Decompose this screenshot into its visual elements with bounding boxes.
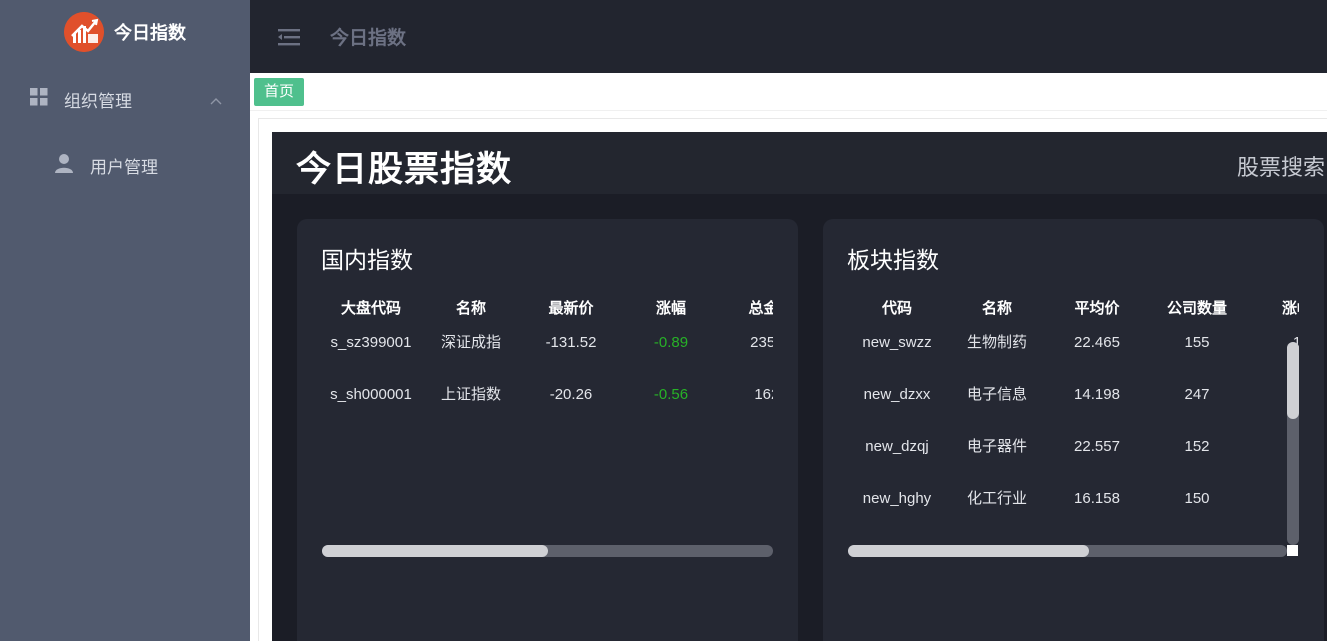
scrollbar-thumb[interactable] [848,545,1090,557]
sidebar-item-users[interactable]: 用户管理 [0,134,250,196]
dashboard-title: 今日股票指数 [296,150,513,189]
scrollbar-thumb[interactable] [322,545,548,557]
table-cell: 深证成指 [440,334,501,351]
table-row[interactable]: s_sz399001 深证成指 -131.52 -0.89 23515 [321,317,773,369]
domestic-index-card: 国内指数 大盘代码名称最新价涨幅总金额s_sz399001深证成指-131.52… [297,219,798,641]
chevron-up-icon [210,92,222,110]
table-cell: 电子器件 [966,438,1027,455]
tabs-bar: 首页 [250,73,1327,111]
table-cell: s_sz399001 [330,334,412,351]
sidebar-group-org[interactable]: 组织管理 [0,64,250,134]
table-row[interactable]: new_hghy化工行业16.158150-0 [847,473,1299,525]
stock-search-link[interactable]: 股票搜索 [1237,150,1325,182]
table-cell: 上证指数 [440,386,501,403]
dashboard-header: 今日股票指数 股票搜索 [272,132,1327,194]
sidebar-item-label: 用户管理 [90,157,158,177]
header-title: 今日指数 [330,28,407,49]
sector-index-table: 代码名称平均价公司数量涨幅new_swzz生物制药22.4651551new_d… [847,289,1299,549]
table-cell: 22.557 [1074,438,1120,455]
card-title: 板块指数 [847,247,939,273]
table-cell: 152 [1184,438,1210,455]
top-header: 今日指数 [250,0,1327,73]
table-cell: -131.52 [545,334,597,351]
user-icon [54,153,74,178]
vertical-scrollbar[interactable] [1287,342,1299,545]
horizontal-scrollbar[interactable] [322,545,773,557]
dashboard: 今日股票指数 股票搜索 国内指数 大盘代码名称最新价涨幅总金额s_sz39900… [272,132,1327,641]
app-title: 今日指数 [114,23,186,43]
scrollbar-corner [1287,545,1298,556]
table-row[interactable]: new_dzxx电子信息14.198247-0 [847,369,1299,421]
table-cell: 23515 [750,334,773,351]
sidebar-group-label: 组织管理 [64,91,132,111]
table-cell: 16.158 [1074,490,1120,507]
table-cell: 155 [1184,334,1210,351]
domestic-index-table: 大盘代码名称最新价涨幅总金额s_sz399001深证成指-131.52-0.89… [321,289,773,549]
sector-index-card: 板块指数 代码名称平均价公司数量涨幅new_swzz生物制药22.4651551… [823,219,1324,641]
grid-icon [30,87,48,111]
table-row[interactable]: new_dzqj电子器件22.5571521 [847,421,1299,473]
table-cell: 1627 [754,386,773,403]
table-cell: 150 [1184,490,1210,507]
horizontal-scrollbar[interactable] [848,545,1287,557]
logo[interactable]: 今日指数 [0,0,250,64]
table-cell: 电子信息 [966,386,1027,403]
table-cell: new_dzqj [865,438,929,455]
table-row[interactable]: s_sh000001 上证指数 -20.26 -0.56 1627 [321,369,773,421]
table-cell: 化工行业 [966,490,1027,507]
table-cell: -0.56 [653,386,689,403]
table-cell: 14.198 [1074,386,1120,403]
table-row[interactable]: new_swzz生物制药22.4651551 [847,317,1299,369]
card-title: 国内指数 [321,247,413,273]
table-cell: s_sh000001 [330,386,412,403]
table-cell: -20.26 [549,386,593,403]
logo-icon [64,12,104,52]
table-cell: 247 [1184,386,1210,403]
table-cell: 22.465 [1074,334,1120,351]
tab-home[interactable]: 首页 [254,78,305,106]
table-cell: new_swzz [862,334,932,351]
scrollbar-thumb[interactable] [1287,342,1299,420]
table-cell: new_hghy [862,490,932,507]
table-cell: -0.89 [653,334,689,351]
table-cell: new_dzxx [863,386,931,403]
sidebar: 今日指数 组织管理 用户管理 [0,0,250,641]
table-cell: 生物制药 [966,334,1027,351]
menu-toggle-icon[interactable] [278,27,302,47]
